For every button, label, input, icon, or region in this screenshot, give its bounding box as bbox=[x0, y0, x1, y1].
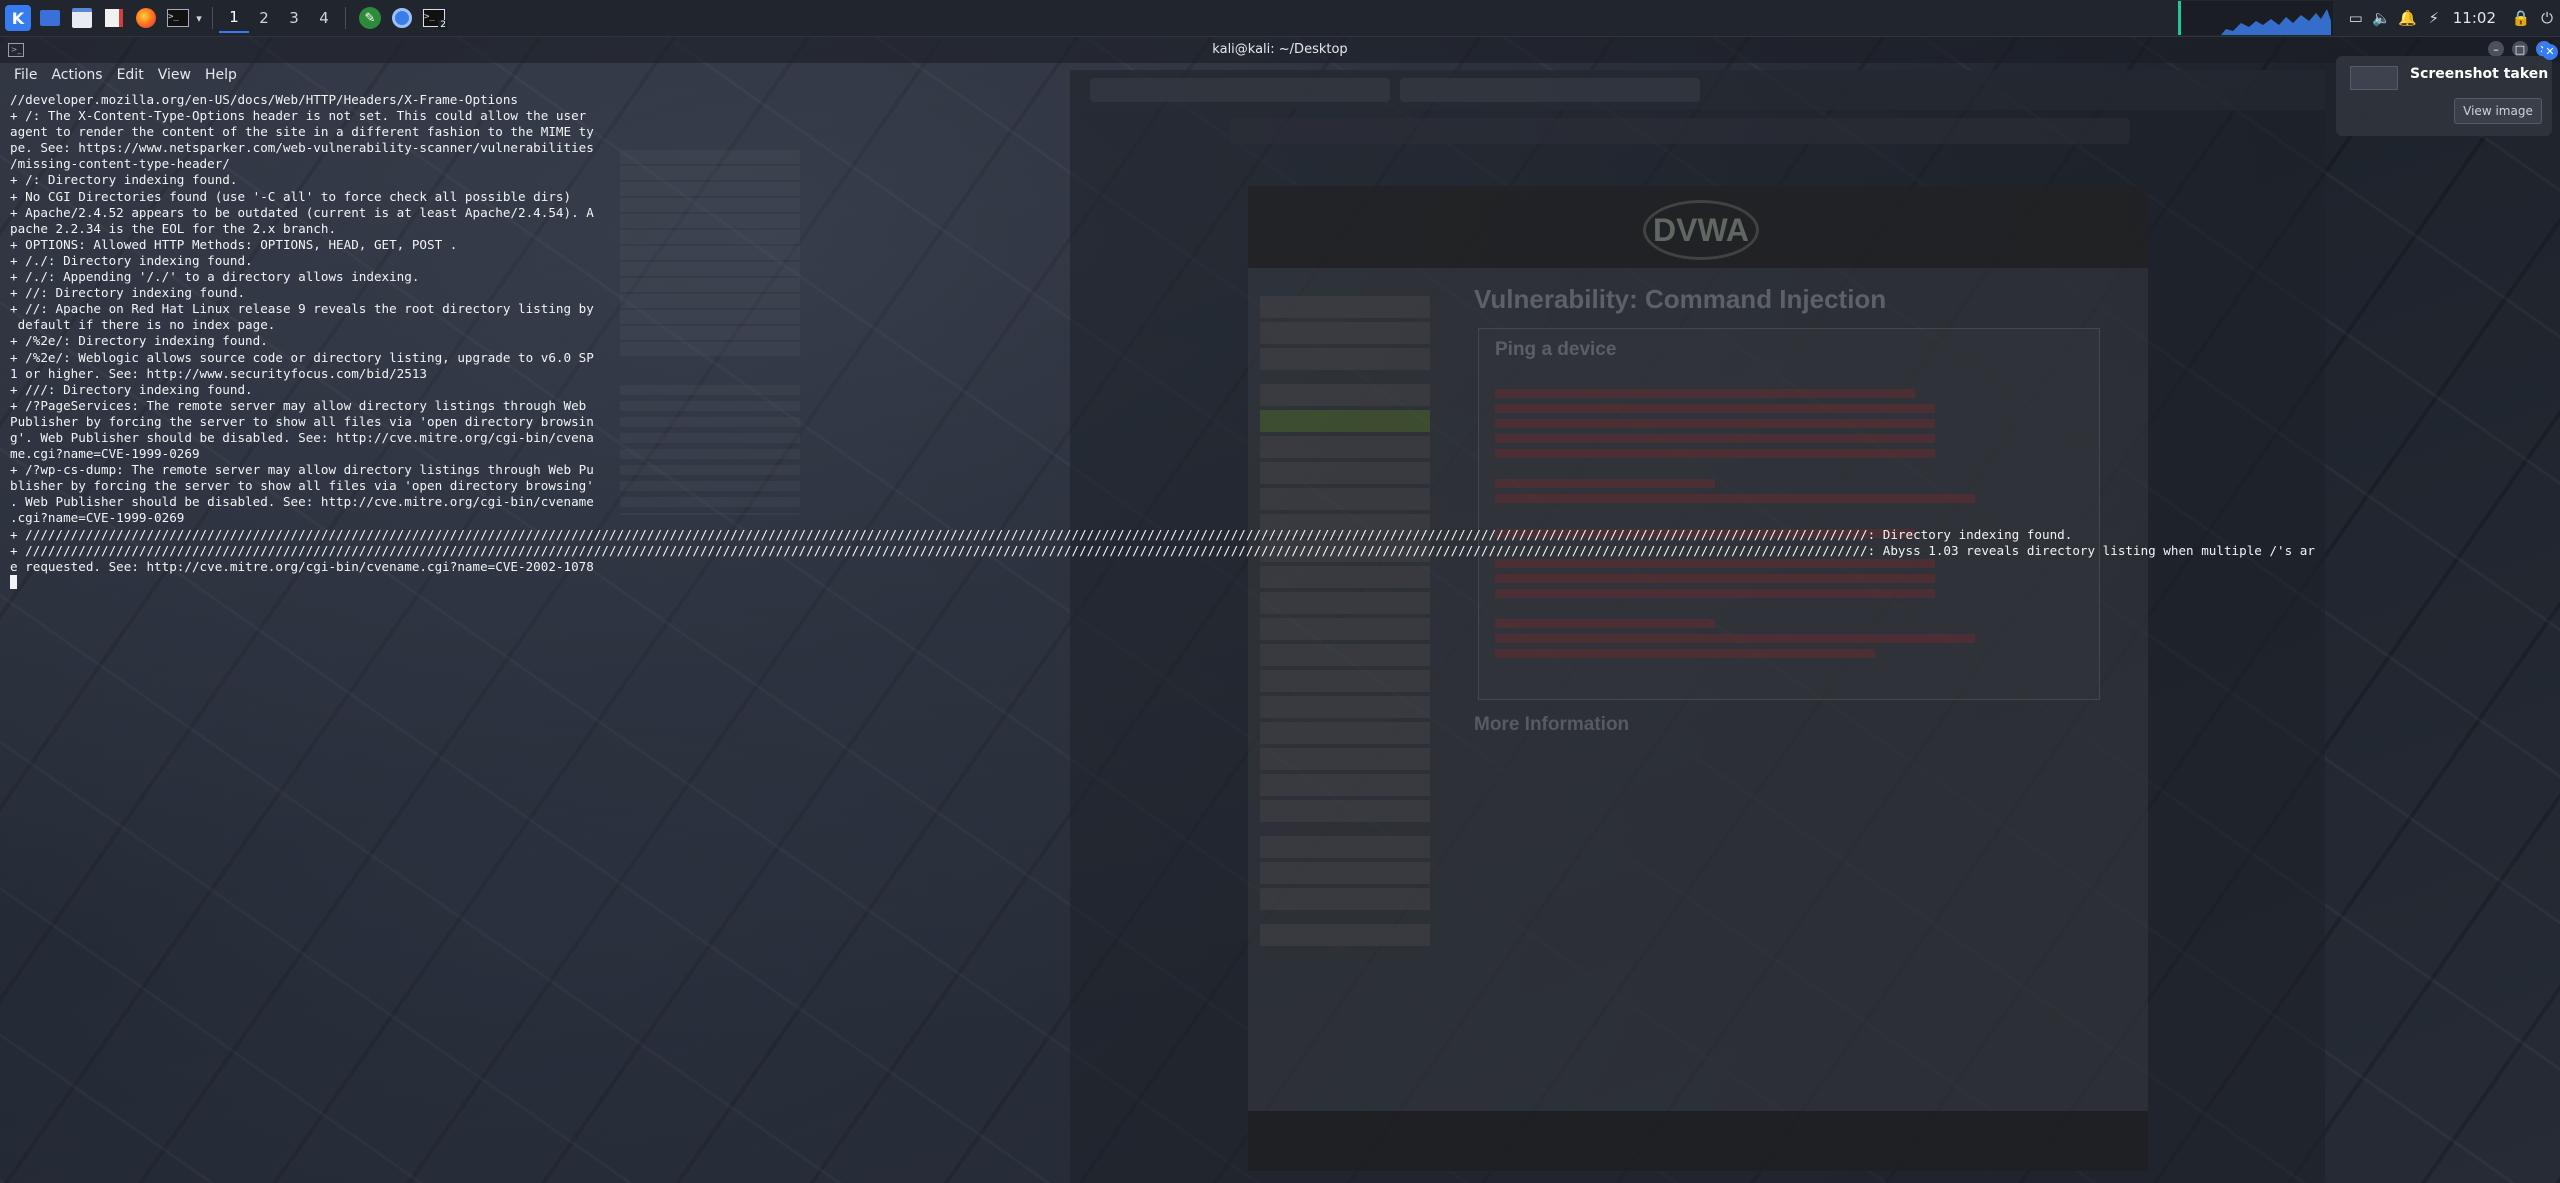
dvwa-footer bbox=[1248, 1111, 2148, 1171]
taskbar-terminal[interactable]: >_ 2 bbox=[420, 4, 448, 32]
menu-edit[interactable]: Edit bbox=[110, 64, 151, 86]
show-desktop-button[interactable] bbox=[36, 4, 64, 32]
display-settings-button[interactable]: ▭ bbox=[2343, 5, 2369, 31]
battery-icon: ⚡ bbox=[2428, 9, 2440, 27]
launcher-dropdown[interactable]: ▾ bbox=[192, 4, 206, 32]
maximize-button[interactable]: □ bbox=[2512, 41, 2528, 57]
monitor-icon: ▭ bbox=[2348, 9, 2363, 27]
file-manager-launcher[interactable] bbox=[68, 4, 96, 32]
terminal-output[interactable]: //developer.mozilla.org/en-US/docs/Web/H… bbox=[10, 92, 2555, 592]
terminal-line: + /?PageServices: The remote server may … bbox=[10, 397, 587, 413]
cpu-graph[interactable] bbox=[2177, 1, 2333, 35]
terminal-menubar: File Actions Edit View Help bbox=[0, 64, 244, 86]
lock-icon: 🔒 bbox=[2511, 9, 2531, 27]
terminal-line: 1 or higher. See: http://www.securityfoc… bbox=[10, 365, 428, 381]
cpu-graph-icon bbox=[2220, 9, 2331, 35]
terminal-line: + /%2e/: Directory indexing found. bbox=[10, 333, 268, 349]
terminal-line: g'. Web Publisher should be disabled. Se… bbox=[10, 429, 594, 445]
menu-file[interactable]: File bbox=[0, 64, 44, 86]
menu-actions[interactable]: Actions bbox=[44, 64, 109, 86]
terminal-line: + //////////////////////////////////////… bbox=[10, 542, 2315, 558]
taskbar-chromium[interactable] bbox=[388, 4, 416, 32]
terminal-line: /missing-content-type-header/ bbox=[10, 156, 230, 172]
panel-clock[interactable]: 11:02 bbox=[2453, 9, 2496, 27]
terminal-line: .cgi?name=CVE-1999-0269 bbox=[10, 510, 185, 526]
workspace-2[interactable]: 2 bbox=[249, 3, 279, 33]
top-panel: K >_ ▾ 1 2 3 4 ✎ >_ 2 ▭ 🔈 🔔 ⚡ 11:02 🔒 ⏻ bbox=[0, 0, 2560, 37]
view-image-button[interactable]: View image bbox=[2454, 98, 2542, 124]
bell-icon: 🔔 bbox=[2398, 9, 2418, 27]
chromium-icon bbox=[392, 8, 412, 28]
terminal-line: pache 2.2.34 is the EOL for the 2.x bran… bbox=[10, 220, 337, 236]
terminal-line: + /./: Appending '/./' to a directory al… bbox=[10, 269, 420, 285]
notification-close-button[interactable]: ✕ bbox=[2542, 44, 2558, 60]
firefox-launcher[interactable] bbox=[132, 4, 160, 32]
panel-separator bbox=[212, 7, 213, 29]
terminal-line: + /./: Directory indexing found. bbox=[10, 252, 253, 268]
firefox-icon bbox=[136, 8, 156, 28]
notifications-button[interactable]: 🔔 bbox=[2395, 5, 2421, 31]
terminal-line: pe. See: https://www.netsparker.com/web-… bbox=[10, 140, 594, 156]
close-icon: ✕ bbox=[2545, 45, 2555, 58]
minimize-icon: – bbox=[2493, 42, 2499, 56]
terminal-line: me.cgi?name=CVE-1999-0269 bbox=[10, 446, 200, 462]
chevron-down-icon: ▾ bbox=[196, 11, 202, 25]
kali-dragon-icon: K bbox=[5, 5, 31, 31]
maximize-icon: □ bbox=[2514, 42, 2526, 56]
screenshot-thumbnail bbox=[2350, 66, 2398, 90]
terminal-line: + //: Apache on Red Hat Linux release 9 … bbox=[10, 301, 594, 317]
workspace-3[interactable]: 3 bbox=[279, 3, 309, 33]
dvwa-more-info: More Information bbox=[1474, 714, 1630, 735]
terminal-line: blisher by forcing the server to show al… bbox=[10, 478, 594, 494]
text-editor-launcher[interactable] bbox=[100, 4, 128, 32]
terminal-titlebar[interactable]: >_ kali@kali: ~/Desktop – □ ✕ bbox=[0, 37, 2560, 63]
folder-icon bbox=[72, 8, 92, 28]
terminal-line: + Apache/2.4.52 appears to be outdated (… bbox=[10, 204, 594, 220]
terminal-line: + No CGI Directories found (use '-C all'… bbox=[10, 188, 572, 204]
terminal-line: e requested. See: http://cve.mitre.org/c… bbox=[10, 558, 594, 574]
menu-view[interactable]: View bbox=[151, 64, 198, 86]
terminal-line: + OPTIONS: Allowed HTTP Methods: OPTIONS… bbox=[10, 236, 458, 252]
logout-button[interactable]: ⏻ bbox=[2534, 5, 2560, 31]
terminal-line: + /: The X-Content-Type-Options header i… bbox=[10, 108, 587, 124]
terminal-line: //developer.mozilla.org/en-US/docs/Web/H… bbox=[10, 92, 518, 107]
desktop-icon bbox=[40, 10, 60, 26]
terminal-line: + /%2e/: Weblogic allows source code or … bbox=[10, 349, 594, 365]
terminal-line: + //////////////////////////////////////… bbox=[10, 526, 2073, 542]
power-icon: ⏻ bbox=[2541, 9, 2553, 27]
terminal-line: default if there is no index page. bbox=[10, 317, 276, 333]
terminal-line: + //: Directory indexing found. bbox=[10, 285, 246, 301]
screenshot-notification: ✕ Screenshot taken View image bbox=[2336, 44, 2558, 136]
workspace-4[interactable]: 4 bbox=[309, 3, 339, 33]
notification-title: Screenshot taken bbox=[2410, 66, 2549, 82]
taskbar-kali-app[interactable]: ✎ bbox=[356, 4, 384, 32]
terminal-icon: >_ bbox=[167, 9, 189, 27]
terminal-line: + /?wp-cs-dump: The remote server may al… bbox=[10, 462, 594, 478]
kali-tool-icon: ✎ bbox=[359, 7, 381, 29]
panel-tray: ▭ 🔈 🔔 ⚡ 11:02 🔒 ⏻ bbox=[2177, 0, 2560, 36]
volume-button[interactable]: 🔈 bbox=[2369, 5, 2395, 31]
text-editor-icon bbox=[105, 9, 123, 27]
terminal-line: Publisher by forcing the server to show … bbox=[10, 413, 594, 429]
minimize-button[interactable]: – bbox=[2488, 41, 2504, 57]
panel-separator bbox=[345, 7, 346, 29]
kali-menu-button[interactable]: K bbox=[4, 4, 32, 32]
terminal-count-badge: 2 bbox=[438, 20, 448, 30]
terminal-window-title: kali@kali: ~/Desktop bbox=[1212, 42, 1348, 57]
workspace-1[interactable]: 1 bbox=[219, 3, 249, 33]
terminal-launcher[interactable]: >_ bbox=[164, 4, 192, 32]
terminal-line: + ///: Directory indexing found. bbox=[10, 381, 253, 397]
terminal-line: . Web Publisher should be disabled. See:… bbox=[10, 494, 594, 510]
menu-help[interactable]: Help bbox=[198, 64, 244, 86]
terminal-cursor bbox=[10, 574, 17, 589]
power-status-button[interactable]: ⚡ bbox=[2421, 5, 2447, 31]
speaker-icon: 🔈 bbox=[2372, 9, 2392, 27]
lock-screen-button[interactable]: 🔒 bbox=[2508, 5, 2534, 31]
terminal-line: + /: Directory indexing found. bbox=[10, 172, 238, 188]
terminal-line: agent to render the content of the site … bbox=[10, 124, 594, 140]
